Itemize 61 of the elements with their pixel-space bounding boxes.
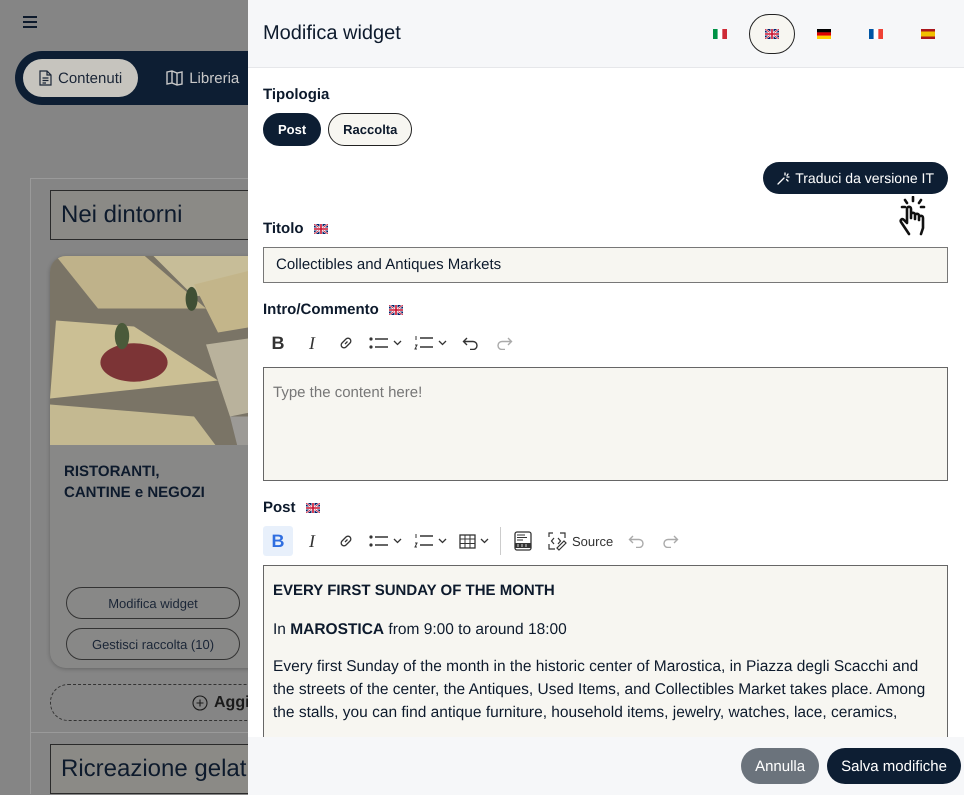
flag-icon xyxy=(314,224,328,234)
caret-icon xyxy=(438,340,447,346)
tab[interactable]: Libreria xyxy=(150,59,248,97)
source-button[interactable]: Source xyxy=(542,526,618,556)
post-editor[interactable] xyxy=(263,565,948,737)
flag-icon xyxy=(713,28,727,38)
cancel-button[interactable]: Annulla xyxy=(741,748,820,784)
menu-icon[interactable] xyxy=(23,16,37,28)
flag-icon xyxy=(921,28,935,38)
undo-icon xyxy=(628,534,645,548)
caret-icon xyxy=(393,538,402,544)
field-label: Titolo xyxy=(263,220,304,237)
card-title: RISTORANTI, CANTINE e NEGOZI xyxy=(64,462,206,503)
tab[interactable]: Contenuti xyxy=(23,59,138,97)
table-icon xyxy=(459,534,476,548)
content-heading: EVERY FIRST SUNDAY OF THE MONTH xyxy=(273,582,556,599)
bold-button[interactable]: B xyxy=(263,328,293,358)
section-title-field[interactable]: Nei dintorni xyxy=(50,190,248,240)
bulleted-list-icon xyxy=(369,336,389,350)
content-paragraph: Every first Sunday of the month in the historic center of Marostica, in Piazza degli Scacchi and the streets of the center, the Antiques, Used Items, and Collectibles Market takes place. Among the stalls, you can find antique furniture, household items, jewelry, watches, lace, ceramics, xyxy=(273,657,926,723)
section-title-field[interactable]: Ricreazione gelat xyxy=(50,744,248,794)
language-button[interactable] xyxy=(749,14,795,54)
field-label: Post xyxy=(263,499,296,516)
card-button[interactable]: Gestisci raccolta (10) xyxy=(66,628,240,660)
italic-button[interactable]: I xyxy=(297,328,327,358)
html-embed-icon xyxy=(513,531,533,551)
flag-icon xyxy=(306,502,320,512)
caret-icon xyxy=(480,538,489,544)
link-icon xyxy=(338,335,354,351)
code-edit-icon xyxy=(546,531,568,551)
type-option[interactable]: Post xyxy=(263,113,322,146)
link-icon xyxy=(338,533,354,549)
magic-wand-icon xyxy=(777,172,790,184)
caret-icon xyxy=(438,538,447,544)
map-icon xyxy=(166,70,184,86)
flag-icon xyxy=(765,28,779,38)
field-label: Tipologia xyxy=(263,86,330,103)
numbered-list-icon xyxy=(414,533,434,549)
redo-icon xyxy=(496,336,512,350)
title-input[interactable]: Collectibles and Antiques Markets xyxy=(263,247,948,283)
document-icon xyxy=(39,70,52,86)
intro-editor[interactable]: Type the content here! xyxy=(263,367,948,481)
card-button[interactable]: Modifica widget xyxy=(66,587,240,619)
type-option[interactable]: Raccolta xyxy=(328,113,412,146)
italic-button[interactable]: I xyxy=(297,526,327,556)
drawer-title: Modifica widget xyxy=(263,22,402,45)
redo-icon xyxy=(662,534,679,548)
plus-icon xyxy=(192,694,208,710)
placeholder-text: Type the content here! xyxy=(273,384,422,401)
content-paragraph: In MAROSTICA from 9:00 to around 18:00 xyxy=(273,620,568,640)
flag-icon xyxy=(388,304,403,314)
bold-button[interactable]: B xyxy=(263,526,293,556)
bulleted-list-icon xyxy=(369,534,389,548)
field-label: Intro/Commento xyxy=(263,301,379,318)
caret-icon xyxy=(393,340,402,346)
flag-icon xyxy=(817,28,831,38)
save-button[interactable]: Salva modifiche xyxy=(827,748,961,784)
numbered-list-icon xyxy=(414,335,434,351)
flag-icon xyxy=(869,28,883,38)
translate-button[interactable]: Traduci da versione IT xyxy=(763,162,948,194)
undo-icon xyxy=(462,336,478,350)
